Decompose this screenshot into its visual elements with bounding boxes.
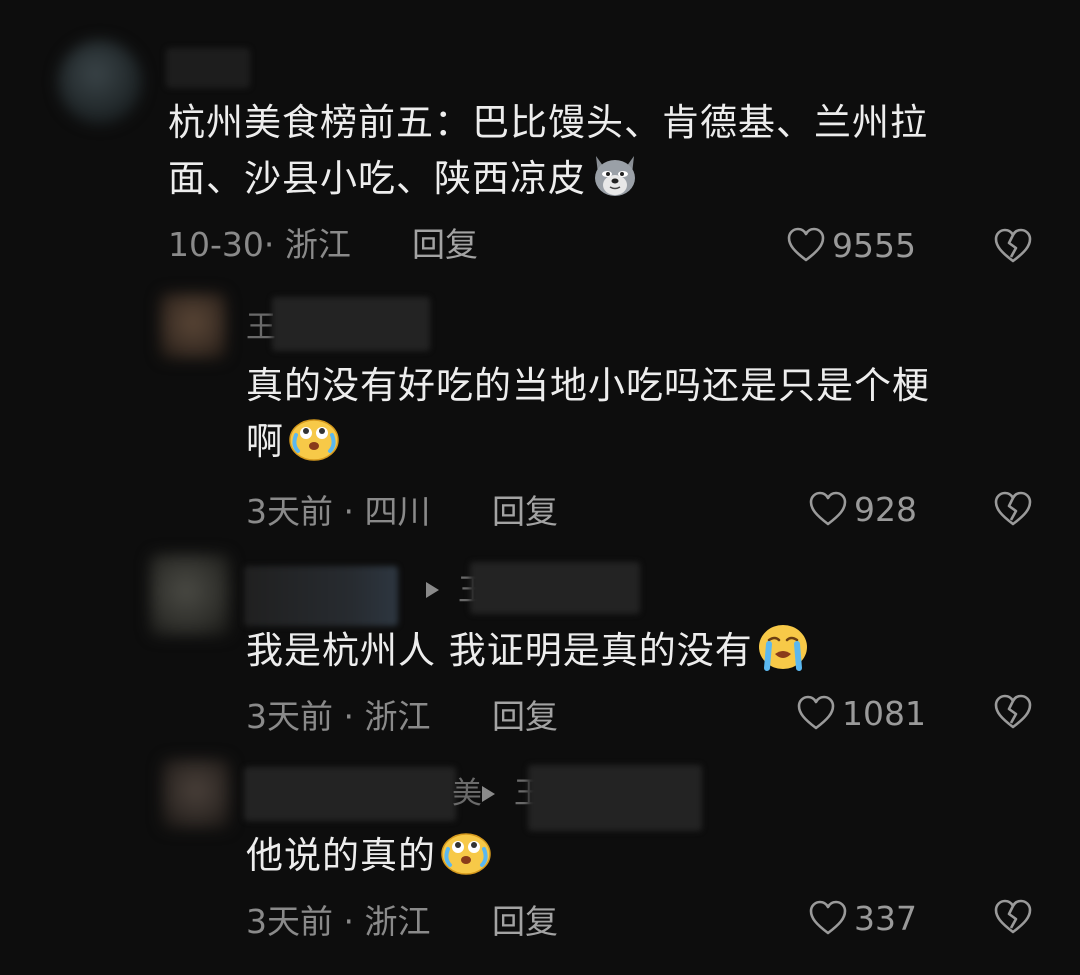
- heart-outline-icon: [809, 900, 847, 935]
- comment-text-line: 啊: [246, 413, 930, 478]
- comment-meta: 10-30· 浙江: [168, 225, 351, 264]
- comment-item: 王 真的没有好吃的当地小吃吗还是只是个梗 啊 3天前 · 四川 回复 928: [0, 285, 1080, 550]
- broken-heart-icon[interactable]: [993, 693, 1033, 731]
- like-count: 928: [854, 489, 917, 529]
- comment-text-line-content: 面、沙县小吃、陕西凉皮: [168, 157, 586, 200]
- reply-to-username-blurred[interactable]: [528, 765, 702, 831]
- reply-arrow-icon: [482, 786, 495, 802]
- comment-text-line-content: 啊: [246, 420, 284, 463]
- comment-item: 杭州美食榜前五：巴比馒头、肯德基、兰州拉 面、沙县小吃、陕西凉皮 10-30· …: [0, 0, 1080, 285]
- broken-heart-icon[interactable]: [993, 898, 1033, 936]
- comment-text-line: 真的没有好吃的当地小吃吗还是只是个梗: [246, 364, 930, 407]
- comment-item: 美 王 他说的真的 3天前 · 浙江 回复: [0, 755, 1080, 975]
- dog-face-emoji: [590, 150, 640, 215]
- like-count: 9555: [832, 225, 916, 265]
- reply-button[interactable]: 回复: [492, 700, 558, 733]
- reply-button[interactable]: 回复: [492, 495, 558, 528]
- comment-meta: 3天前 · 浙江: [246, 902, 431, 941]
- reply-button[interactable]: 回复: [412, 228, 478, 261]
- broken-heart-icon[interactable]: [993, 227, 1033, 265]
- comment-meta: 3天前 · 浙江: [246, 697, 431, 736]
- comment-text-line-content: 我是杭州人 我证明是真的没有: [246, 629, 753, 672]
- comment-text: 我是杭州人 我证明是真的没有: [246, 622, 809, 687]
- like-button[interactable]: 337: [808, 899, 917, 937]
- comment-text: 真的没有好吃的当地小吃吗还是只是个梗 啊: [246, 359, 930, 478]
- crying-face-emoji: [440, 827, 492, 892]
- username-blurred[interactable]: [244, 767, 456, 821]
- reply-to-username-blurred[interactable]: [470, 562, 640, 614]
- comment-meta: 3天前 · 四川: [246, 492, 431, 531]
- crying-face-emoji: [288, 413, 340, 478]
- heart-outline-icon: [787, 227, 825, 262]
- like-count: 1081: [842, 693, 926, 733]
- loudly-crying-emoji: [757, 622, 809, 687]
- username-blurred[interactable]: [166, 48, 250, 88]
- like-button[interactable]: 928: [808, 490, 917, 528]
- comment-text-line: 我是杭州人 我证明是真的没有: [246, 622, 809, 687]
- avatar[interactable]: [162, 759, 230, 829]
- comment-text: 杭州美食榜前五：巴比馒头、肯德基、兰州拉 面、沙县小吃、陕西凉皮: [168, 96, 928, 215]
- username-blurred[interactable]: [272, 297, 430, 351]
- reply-arrow-icon: [426, 582, 439, 598]
- comment-item: 王 我是杭州人 我证明是真的没有 3天前 · 浙江 回复 1081: [0, 550, 1080, 755]
- like-button[interactable]: 1081: [796, 694, 926, 732]
- like-count: 337: [854, 898, 917, 938]
- reply-button[interactable]: 回复: [492, 905, 558, 938]
- username-suffix[interactable]: 美: [452, 779, 482, 809]
- heart-outline-icon: [809, 491, 847, 526]
- comment-text-line-content: 他说的真的: [246, 834, 436, 877]
- comment-text-line: 他说的真的: [246, 827, 492, 892]
- comment-text-line: 杭州美食榜前五：巴比馒头、肯德基、兰州拉: [168, 101, 928, 144]
- avatar[interactable]: [150, 554, 230, 636]
- avatar[interactable]: [160, 293, 226, 359]
- heart-outline-icon: [797, 695, 835, 730]
- comment-text-line: 面、沙县小吃、陕西凉皮: [168, 150, 928, 215]
- avatar[interactable]: [58, 40, 142, 124]
- like-button[interactable]: 9555: [786, 226, 916, 264]
- comment-text: 他说的真的: [246, 827, 492, 892]
- broken-heart-icon[interactable]: [993, 490, 1033, 528]
- username-blurred[interactable]: [244, 566, 398, 626]
